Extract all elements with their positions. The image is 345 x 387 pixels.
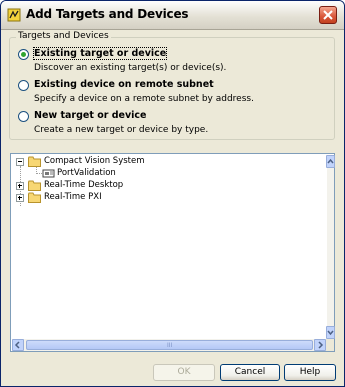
- title-bar[interactable]: Add Targets and Devices: [1, 1, 344, 30]
- option-description: Specify a device on a remote subnet by a…: [34, 94, 254, 104]
- chevron-left-icon: [14, 341, 20, 349]
- chevron-up-icon: [327, 158, 334, 164]
- tree-item-compact-vision[interactable]: Compact Vision System: [11, 156, 311, 168]
- chevron-right-icon: [318, 341, 324, 349]
- collapse-toggle[interactable]: [16, 158, 24, 166]
- option-label[interactable]: Existing device on remote subnet: [34, 79, 214, 90]
- scrollbar-corner: [326, 339, 334, 351]
- vertical-scrollbar[interactable]: [326, 155, 335, 339]
- chevron-down-icon: [327, 330, 334, 336]
- close-button[interactable]: [319, 6, 337, 24]
- option-label[interactable]: New target or device: [34, 110, 147, 121]
- radio-new-target[interactable]: [18, 111, 29, 122]
- tree-item-realtime-desktop[interactable]: Real-Time Desktop: [11, 180, 311, 192]
- option-description: Discover an existing target(s) or device…: [34, 63, 227, 73]
- tree-item-realtime-pxi[interactable]: Real-Time PXI: [11, 192, 311, 204]
- radio-remote-subnet[interactable]: [18, 80, 29, 91]
- horizontal-scroll-thumb[interactable]: III: [26, 340, 313, 350]
- option-label[interactable]: Existing target or device: [32, 47, 168, 60]
- device-icon: [42, 169, 55, 178]
- tree-item-portvalidation[interactable]: PortValidation: [11, 168, 311, 180]
- help-button[interactable]: Help: [284, 364, 336, 381]
- expand-toggle[interactable]: [16, 194, 24, 202]
- radio-existing-target[interactable]: [18, 49, 29, 60]
- folder-icon: [28, 180, 41, 191]
- folder-icon: [28, 156, 41, 167]
- dialog-title: Add Targets and Devices: [26, 7, 189, 21]
- tree-item-label: Real-Time PXI: [44, 192, 102, 202]
- folder-icon: [28, 192, 41, 203]
- scroll-right-button[interactable]: [314, 339, 326, 351]
- tree-item-label: Compact Vision System: [44, 156, 145, 166]
- tree-item-label: PortValidation: [57, 168, 116, 178]
- scroll-grip: III: [167, 342, 173, 349]
- expand-toggle[interactable]: [16, 182, 24, 190]
- ok-button[interactable]: OK: [153, 364, 215, 381]
- close-icon: [323, 10, 333, 20]
- add-targets-dialog: Add Targets and Devices Targets and Devi…: [0, 0, 345, 387]
- scroll-down-button[interactable]: [326, 326, 335, 339]
- cancel-button[interactable]: Cancel: [220, 364, 280, 381]
- tree-item-label: Real-Time Desktop: [44, 180, 124, 190]
- horizontal-scrollbar[interactable]: III: [12, 339, 326, 351]
- option-description: Create a new target or device by type.: [34, 125, 209, 135]
- scroll-left-button[interactable]: [12, 339, 24, 351]
- labview-app-icon: [7, 8, 21, 22]
- group-legend: Targets and Devices: [16, 31, 111, 41]
- scroll-up-button[interactable]: [326, 155, 335, 168]
- target-tree-view[interactable]: Compact Vision System PortValidation Rea…: [10, 153, 335, 352]
